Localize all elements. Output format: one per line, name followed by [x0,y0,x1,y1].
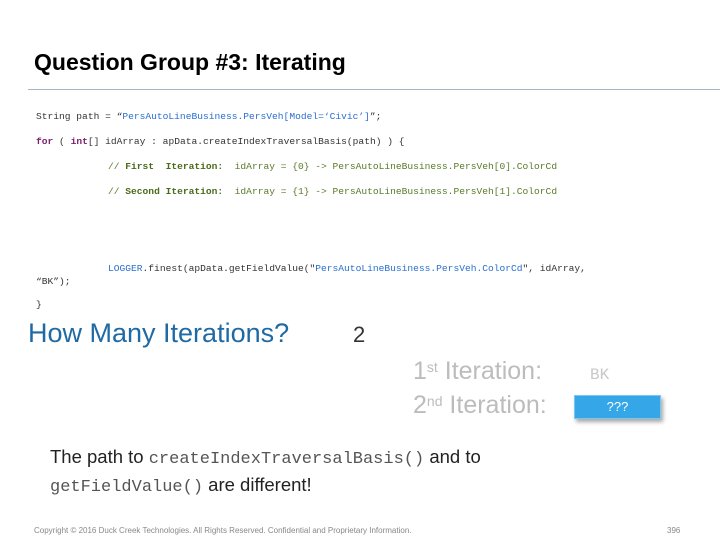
code-line-logger: LOGGER.finest(apData.getFieldValue("Pers… [108,263,586,274]
question-text: How Many Iterations? [28,318,290,348]
first-iteration-label: 1st Iteration: [413,357,543,385]
question-answer: 2 [353,322,366,347]
first-iteration-value: BK [590,366,610,384]
reveal-answer-button[interactable]: ??? [574,395,661,419]
code-line-logger-cont: “BK”); [36,276,71,287]
second-iteration-label: 2nd Iteration: [413,391,547,419]
note-text: The path to createIndexTraversalBasis() … [50,446,481,497]
code-line-for: for ( int[] idArray : apData.createIndex… [36,136,405,147]
code-line-path: String path = “PersAutoLineBusiness.Pers… [36,111,382,122]
code-line-close-brace: } [36,299,42,310]
code-comment-second: // Second Iteration: idArray = {1} -> Pe… [108,186,558,197]
page-number: 396 [667,526,681,535]
title-divider [28,89,720,90]
slide-title: Question Group #3: Iterating [34,49,346,75]
code-comment-first: // First Iteration: idArray = {0} -> Per… [108,161,558,172]
copyright-footer: Copyright © 2016 Duck Creek Technologies… [34,526,412,535]
